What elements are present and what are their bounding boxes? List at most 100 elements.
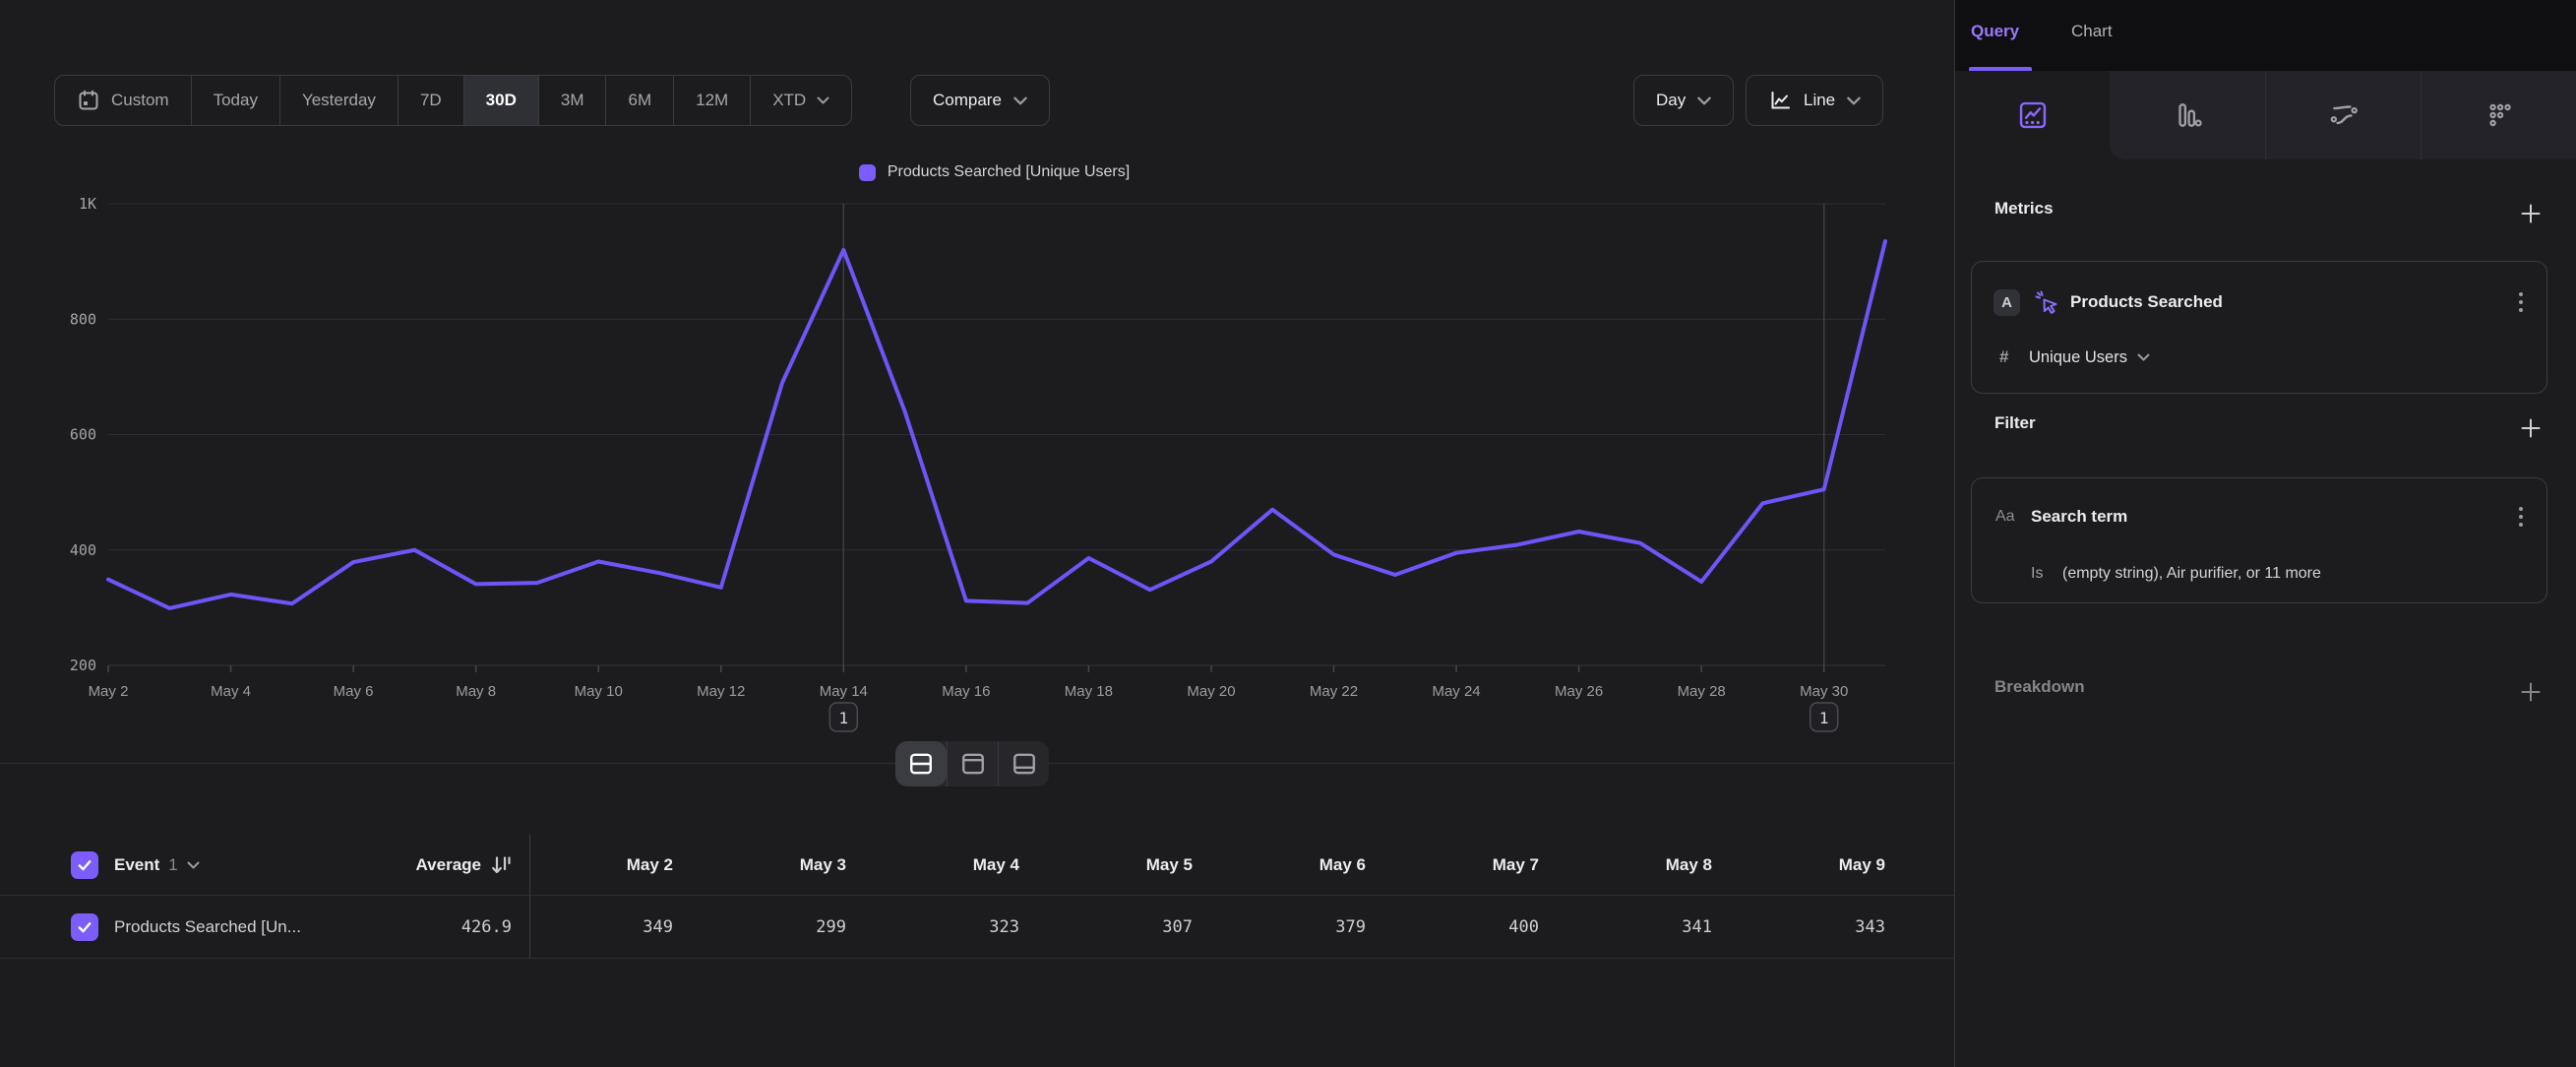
compare-button[interactable]: Compare xyxy=(910,75,1050,126)
annotation-badge[interactable]: 1 xyxy=(1810,703,1838,731)
line-chart-svg: 2004006008001KMay 2May 4May 6May 8May 10… xyxy=(39,192,1889,743)
add-metric-button[interactable] xyxy=(2516,199,2545,228)
range-3m[interactable]: 3M xyxy=(539,76,607,125)
x-axis-tick: May 2 xyxy=(89,683,129,700)
add-breakdown-button[interactable] xyxy=(2516,677,2545,707)
range-yesterday[interactable]: Yesterday xyxy=(280,76,399,125)
metric-name[interactable]: Products Searched xyxy=(2070,292,2223,312)
kebab-menu-icon[interactable] xyxy=(2515,288,2527,316)
range-label: 3M xyxy=(561,91,584,110)
aggregation-selector[interactable]: Unique Users xyxy=(2029,348,2150,367)
range-30d[interactable]: 30D xyxy=(464,76,539,125)
chevron-down-icon xyxy=(187,861,200,869)
average-label: Average xyxy=(416,855,481,875)
chart-legend: Products Searched [Unique Users] xyxy=(106,163,1882,181)
granularity-label: Day xyxy=(1656,91,1686,110)
svg-text:1: 1 xyxy=(838,709,848,727)
chart-type-label: Line xyxy=(1804,91,1835,110)
filter-value[interactable]: (empty string), Air purifier, or 11 more xyxy=(2062,565,2321,583)
range-label: Today xyxy=(214,91,258,110)
date-column-header[interactable]: May 6 xyxy=(1222,835,1395,895)
filter-property-name[interactable]: Search term xyxy=(2031,507,2127,527)
range-xtd[interactable]: XTD xyxy=(751,76,851,125)
filter-value-row: Is (empty string), Air purifier, or 11 m… xyxy=(1972,561,2546,587)
date-column-header[interactable]: May 5 xyxy=(1049,835,1222,895)
x-axis-tick: May 6 xyxy=(334,683,374,700)
chevron-down-icon xyxy=(1013,96,1027,105)
y-axis-tick: 800 xyxy=(70,310,96,328)
event-column-header[interactable]: Event 1 xyxy=(114,855,200,875)
event-cursor-icon xyxy=(2033,288,2060,316)
range-today[interactable]: Today xyxy=(192,76,280,125)
layout-top-button[interactable] xyxy=(947,741,998,786)
range-custom[interactable]: Custom xyxy=(55,76,192,125)
range-7d[interactable]: 7D xyxy=(399,76,464,125)
column-divider xyxy=(529,835,530,959)
table-cell-value: 400 xyxy=(1395,896,1568,958)
string-property-icon: Aa xyxy=(1995,508,2015,526)
date-value-cells: 349299323307379400341343 xyxy=(529,896,1915,958)
date-column-header[interactable]: May 4 xyxy=(876,835,1049,895)
date-column-header[interactable]: May 8 xyxy=(1568,835,1742,895)
svg-text:1: 1 xyxy=(1819,709,1829,727)
insights-icon xyxy=(2017,99,2049,131)
table-cell-value: 323 xyxy=(876,896,1049,958)
range-label: 12M xyxy=(696,91,728,110)
range-label: Yesterday xyxy=(302,91,376,110)
range-label: 30D xyxy=(486,91,517,110)
sort-descending-icon xyxy=(490,853,512,877)
select-all-checkbox[interactable] xyxy=(71,851,98,879)
date-column-header[interactable]: May 9 xyxy=(1742,835,1915,895)
row-average-value: 426.9 xyxy=(461,917,512,937)
y-axis-tick: 400 xyxy=(70,541,96,559)
date-column-header[interactable]: May 2 xyxy=(529,835,703,895)
tab-chart[interactable]: Chart xyxy=(2071,22,2113,41)
x-axis-tick: May 30 xyxy=(1800,683,1848,700)
x-axis-tick: May 8 xyxy=(456,683,496,700)
filter-row: Aa Search term xyxy=(1972,500,2546,534)
x-axis-tick: May 18 xyxy=(1065,683,1113,700)
annotation-badge[interactable]: 1 xyxy=(829,703,857,731)
y-axis-tick: 600 xyxy=(70,426,96,444)
bar-chart-icon xyxy=(2172,99,2203,131)
date-column-header[interactable]: May 3 xyxy=(703,835,876,895)
layout-split-button[interactable] xyxy=(895,741,947,786)
flows-tab[interactable] xyxy=(2265,71,2421,159)
layout-bottom-button[interactable] xyxy=(998,741,1049,786)
data-table: Event 1 Average xyxy=(0,835,1954,959)
range-label: 7D xyxy=(420,91,442,110)
retention-icon xyxy=(2484,99,2515,131)
chevron-down-icon xyxy=(1847,96,1861,105)
range-12m[interactable]: 12M xyxy=(674,76,751,125)
kebab-menu-icon[interactable] xyxy=(2515,503,2527,531)
filter-heading: Filter xyxy=(1994,413,2036,433)
average-column-header[interactable]: Average xyxy=(325,835,512,895)
funnels-tab[interactable] xyxy=(2110,71,2265,159)
chart-type-button[interactable]: Line xyxy=(1746,75,1883,126)
table-cell-value: 341 xyxy=(1568,896,1742,958)
add-filter-button[interactable] xyxy=(2516,413,2545,443)
panel-header: Query Chart xyxy=(1955,0,2576,71)
row-checkbox[interactable] xyxy=(71,913,98,941)
insights-tab[interactable] xyxy=(1955,71,2110,159)
table-header-row: Event 1 Average xyxy=(0,835,1954,896)
date-column-headers: May 2May 3May 4May 5May 6May 7May 8May 9 xyxy=(529,835,1915,895)
metric-card[interactable]: A Products Searched # Unique Users xyxy=(1971,261,2547,394)
x-axis-tick: May 4 xyxy=(211,683,251,700)
legend-swatch xyxy=(859,164,876,181)
date-column-header[interactable]: May 7 xyxy=(1395,835,1568,895)
report-pane: Custom Today Yesterday 7D 30D 3M 6M 12M XTD Comp… xyxy=(0,0,1954,1067)
retention-tab[interactable] xyxy=(2421,71,2576,159)
filter-card[interactable]: Aa Search term Is (empty string), Air pu… xyxy=(1971,477,2547,603)
metric-row: A Products Searched xyxy=(1972,285,2546,319)
tab-query[interactable]: Query xyxy=(1971,22,2019,41)
filter-operator[interactable]: Is xyxy=(2031,565,2043,583)
granularity-button[interactable]: Day xyxy=(1633,75,1734,126)
series-line[interactable] xyxy=(108,241,1885,608)
x-axis-tick: May 26 xyxy=(1555,683,1603,700)
aggregation-label: Unique Users xyxy=(2029,348,2127,367)
range-6m[interactable]: 6M xyxy=(606,76,674,125)
row-event-name: Products Searched [Un... xyxy=(114,917,301,937)
app-root: Custom Today Yesterday 7D 30D 3M 6M 12M XTD Comp… xyxy=(0,0,2576,1067)
x-axis-tick: May 28 xyxy=(1678,683,1726,700)
